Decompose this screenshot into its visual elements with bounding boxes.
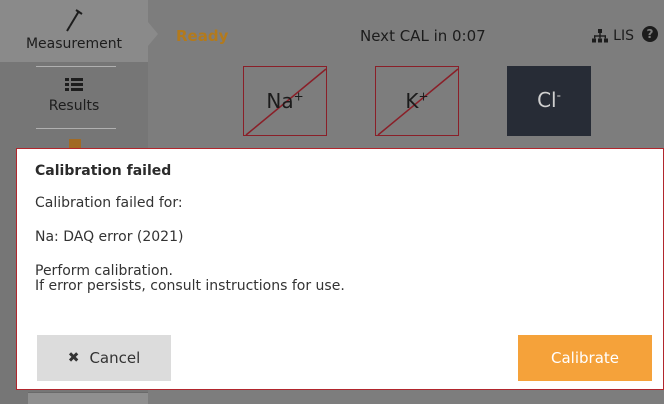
sidebar-item-results[interactable]: Results bbox=[0, 70, 148, 126]
analyte-tile-na[interactable]: Na+ bbox=[243, 66, 327, 136]
network-icon bbox=[592, 29, 609, 43]
sidebar-item-label: Results bbox=[48, 98, 100, 114]
cancel-button[interactable]: ✖ Cancel bbox=[37, 335, 171, 381]
dialog-instruction-secondary: If error persists, consult instructions … bbox=[35, 278, 345, 294]
dialog-instruction: Perform calibration. bbox=[35, 263, 173, 279]
error-detail: Na: DAQ error (2021) bbox=[35, 229, 184, 245]
sidebar-item-label: Measurement bbox=[25, 36, 123, 52]
close-icon: ✖ bbox=[67, 350, 80, 366]
dialog-message: Calibration failed for: bbox=[35, 195, 183, 211]
analyte-charge: + bbox=[293, 89, 304, 104]
dialog-title: Calibration failed bbox=[35, 163, 172, 179]
divider bbox=[36, 66, 116, 67]
next-calibration-countdown: Next CAL in 0:07 bbox=[360, 27, 486, 45]
analyte-tile-cl[interactable]: Cl- bbox=[507, 66, 591, 136]
analyte-symbol: K bbox=[405, 89, 419, 113]
analyte-symbol: Cl bbox=[537, 88, 557, 112]
divider bbox=[36, 128, 116, 129]
syringe-icon bbox=[66, 9, 83, 32]
cancel-label: Cancel bbox=[89, 349, 141, 367]
calibration-failed-dialog: Calibration failed Calibration failed fo… bbox=[16, 148, 664, 390]
status-label: Ready bbox=[176, 27, 229, 45]
list-icon bbox=[65, 78, 83, 91]
lis-label: LIS bbox=[613, 28, 634, 44]
topbar: Ready Next CAL in 0:07 LIS ? bbox=[160, 0, 664, 60]
lis-status[interactable]: LIS bbox=[592, 28, 634, 44]
sidebar-footer bbox=[28, 392, 148, 404]
analyte-charge: - bbox=[556, 88, 561, 103]
calibrate-button[interactable]: Calibrate bbox=[518, 335, 652, 381]
sidebar-icon-partial bbox=[69, 139, 81, 148]
active-indicator bbox=[148, 22, 158, 46]
sidebar-item-measurement[interactable]: Measurement bbox=[0, 0, 148, 62]
help-icon[interactable]: ? bbox=[642, 26, 658, 42]
analyte-tile-k[interactable]: K+ bbox=[375, 66, 459, 136]
analyte-symbol: Na bbox=[266, 89, 294, 113]
analyte-charge: + bbox=[418, 89, 429, 104]
calibrate-label: Calibrate bbox=[551, 349, 619, 367]
